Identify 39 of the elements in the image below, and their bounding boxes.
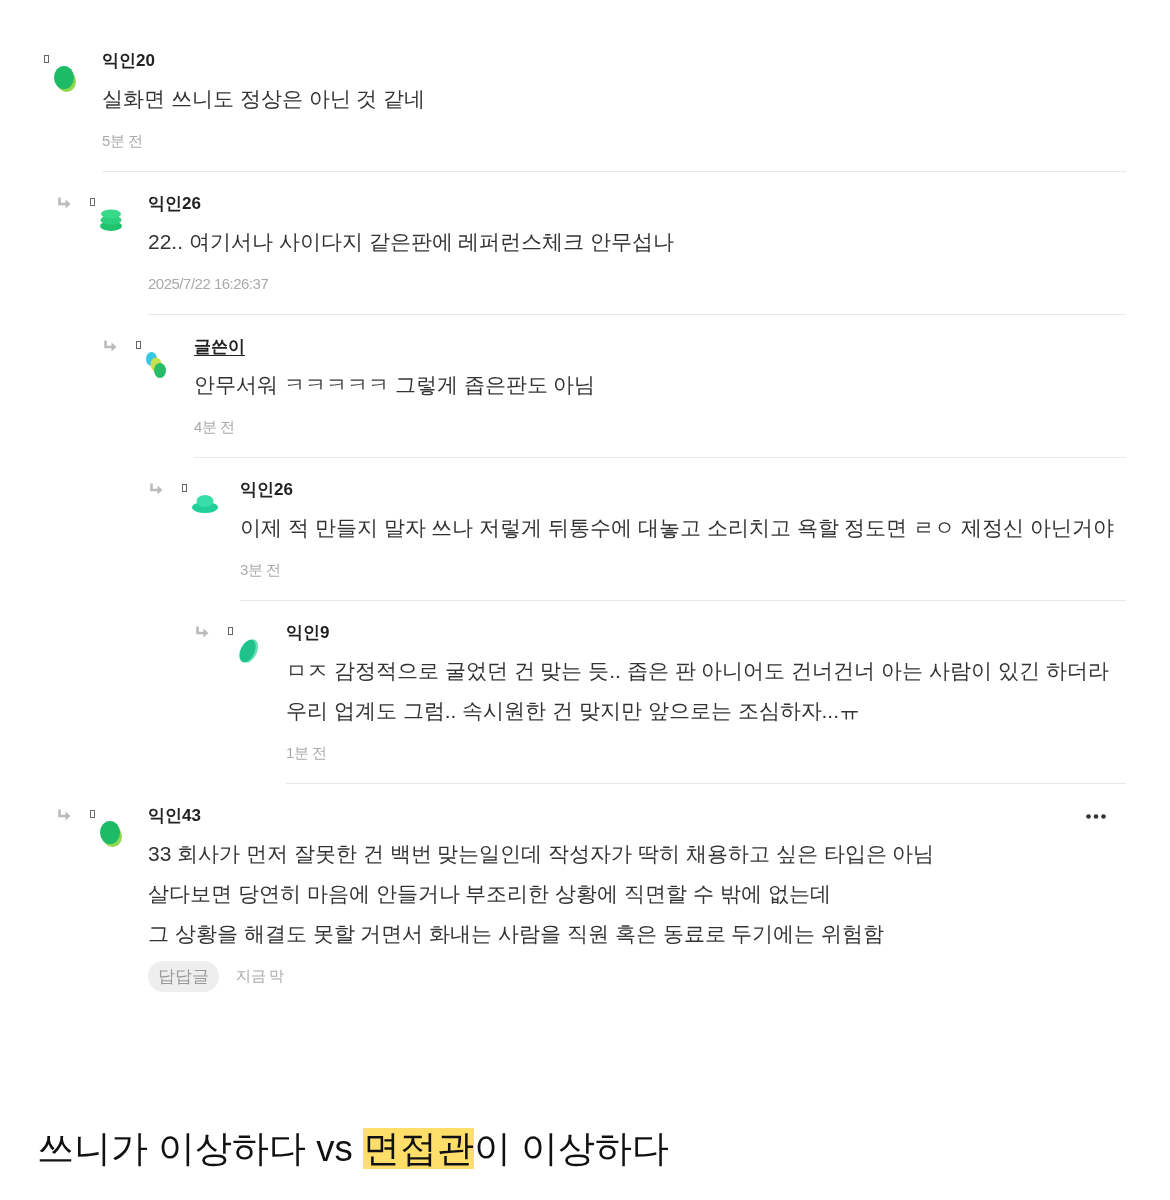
comment-text: 22.. 여기서나 사이다지 같은판에 레퍼런스체크 안무섭나 (148, 229, 676, 255)
broken-image-icon (182, 484, 187, 492)
broken-image-icon (90, 810, 95, 818)
comment-text: ㅁㅈ 감정적으로 굴었던 건 맞는 듯.. 좁은 판 아니어도 건너건너 아는 사람이 있긴 하더라 우리 업계도 그럼.. 속시원한 건 맞지만 앞으로는 조심하자...ㅠ (286, 658, 1110, 724)
blob-avatar-icon (100, 821, 122, 847)
broken-image-icon (136, 341, 141, 349)
comment-text: 실화면 쓰니도 정상은 아닌 것 같네 (102, 86, 427, 112)
more-icon (1086, 813, 1106, 819)
reply-arrow-icon (149, 483, 163, 495)
timestamp: 2025/7/22 16:26:37 (148, 274, 269, 294)
reply-arrow-icon (57, 197, 71, 209)
username: 익인26 (240, 480, 293, 500)
oval-cluster-avatar-icon (146, 352, 166, 378)
username: 익인43 (148, 806, 201, 826)
broken-image-icon (228, 627, 233, 635)
reply-arrow-icon (57, 809, 71, 821)
timestamp: 4분 전 (194, 417, 235, 437)
oval-avatar-icon (238, 638, 258, 664)
username: 익인20 (102, 51, 155, 71)
timestamp: 1분 전 (286, 743, 327, 763)
username: 익인26 (148, 194, 201, 214)
comment-text: 33 회사가 먼저 잘못한 건 백번 맞는일인데 작성자가 딱히 채용하고 싶은 타입은 아님 살다보면 당연히 마음에 안들거나 부조리한 상황에 직면할 수 밖에 없는데 그 상황을 해결도 못할 거면서 화내는 사람을 직원 혹은 동료로 두기에는 위험함 (148, 841, 936, 947)
username: 익인9 (286, 623, 330, 643)
blob-avatar-icon (54, 66, 76, 92)
comment-text: 안무서워 ㅋㅋㅋㅋㅋ 그렇게 좁은판도 아님 (194, 372, 597, 398)
timestamp: 5분 전 (102, 131, 143, 151)
broken-image-icon (90, 198, 95, 206)
broken-image-icon (44, 55, 49, 63)
stacked-ovals-avatar-icon (100, 209, 122, 231)
comment-text: 이제 적 만들지 말자 쓰나 저렇게 뒤통수에 대놓고 소리치고 욕할 정도면 ㄹㅇ 제정신 아닌거야 (240, 515, 1115, 541)
category-tag: 답답글 (148, 960, 219, 992)
timestamp: 지금 막 (236, 966, 284, 986)
reply-arrow-icon (195, 626, 209, 638)
mound-avatar-icon (192, 495, 218, 513)
more-button[interactable] (1086, 813, 1106, 819)
username: 글쓴이 (194, 337, 245, 357)
headline: 쓰니가 이상하다 vs 면접관이 이상하다 (37, 1127, 671, 1171)
reply-arrow-icon (103, 340, 117, 352)
timestamp: 3분 전 (240, 560, 281, 580)
